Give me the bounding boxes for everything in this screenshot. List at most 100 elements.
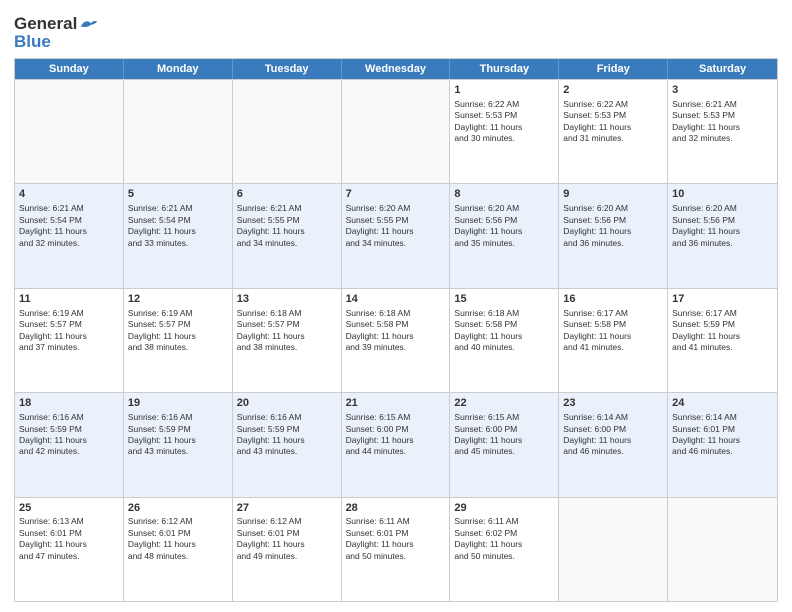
- day-number: 3: [672, 83, 773, 98]
- calendar-row-1: 1Sunrise: 6:22 AM Sunset: 5:53 PM Daylig…: [15, 79, 777, 183]
- day-number: 8: [454, 187, 554, 202]
- col-header-saturday: Saturday: [668, 59, 777, 79]
- cell-info: Sunrise: 6:21 AM Sunset: 5:54 PM Dayligh…: [128, 203, 228, 249]
- cell-info: Sunrise: 6:20 AM Sunset: 5:56 PM Dayligh…: [454, 203, 554, 249]
- cell-info: Sunrise: 6:15 AM Sunset: 6:00 PM Dayligh…: [454, 412, 554, 458]
- cal-cell-r0c3: [342, 80, 451, 183]
- cell-info: Sunrise: 6:16 AM Sunset: 5:59 PM Dayligh…: [128, 412, 228, 458]
- cell-info: Sunrise: 6:11 AM Sunset: 6:02 PM Dayligh…: [454, 516, 554, 562]
- day-number: 2: [563, 83, 663, 98]
- day-number: 10: [672, 187, 773, 202]
- cal-cell-r2c0: 11Sunrise: 6:19 AM Sunset: 5:57 PM Dayli…: [15, 289, 124, 392]
- cal-cell-r1c1: 5Sunrise: 6:21 AM Sunset: 5:54 PM Daylig…: [124, 184, 233, 287]
- cell-info: Sunrise: 6:14 AM Sunset: 6:00 PM Dayligh…: [563, 412, 663, 458]
- cell-info: Sunrise: 6:17 AM Sunset: 5:59 PM Dayligh…: [672, 308, 773, 354]
- calendar-row-5: 25Sunrise: 6:13 AM Sunset: 6:01 PM Dayli…: [15, 497, 777, 601]
- col-header-friday: Friday: [559, 59, 668, 79]
- cell-info: Sunrise: 6:19 AM Sunset: 5:57 PM Dayligh…: [19, 308, 119, 354]
- day-number: 14: [346, 292, 446, 307]
- day-number: 12: [128, 292, 228, 307]
- day-number: 25: [19, 501, 119, 516]
- cell-info: Sunrise: 6:21 AM Sunset: 5:53 PM Dayligh…: [672, 99, 773, 145]
- cal-cell-r1c2: 6Sunrise: 6:21 AM Sunset: 5:55 PM Daylig…: [233, 184, 342, 287]
- col-header-tuesday: Tuesday: [233, 59, 342, 79]
- day-number: 15: [454, 292, 554, 307]
- cell-info: Sunrise: 6:21 AM Sunset: 5:55 PM Dayligh…: [237, 203, 337, 249]
- col-header-monday: Monday: [124, 59, 233, 79]
- logo-blue: Blue: [14, 32, 51, 52]
- cal-cell-r3c5: 23Sunrise: 6:14 AM Sunset: 6:00 PM Dayli…: [559, 393, 668, 496]
- header: General Blue: [14, 10, 778, 52]
- logo: General Blue: [14, 14, 99, 52]
- day-number: 6: [237, 187, 337, 202]
- cell-info: Sunrise: 6:15 AM Sunset: 6:00 PM Dayligh…: [346, 412, 446, 458]
- cell-info: Sunrise: 6:20 AM Sunset: 5:56 PM Dayligh…: [563, 203, 663, 249]
- day-number: 13: [237, 292, 337, 307]
- cell-info: Sunrise: 6:22 AM Sunset: 5:53 PM Dayligh…: [454, 99, 554, 145]
- day-number: 26: [128, 501, 228, 516]
- cal-cell-r4c2: 27Sunrise: 6:12 AM Sunset: 6:01 PM Dayli…: [233, 498, 342, 601]
- cell-info: Sunrise: 6:13 AM Sunset: 6:01 PM Dayligh…: [19, 516, 119, 562]
- day-number: 11: [19, 292, 119, 307]
- day-number: 9: [563, 187, 663, 202]
- day-number: 5: [128, 187, 228, 202]
- day-number: 4: [19, 187, 119, 202]
- day-number: 1: [454, 83, 554, 98]
- cal-cell-r4c3: 28Sunrise: 6:11 AM Sunset: 6:01 PM Dayli…: [342, 498, 451, 601]
- cal-cell-r3c4: 22Sunrise: 6:15 AM Sunset: 6:00 PM Dayli…: [450, 393, 559, 496]
- cal-cell-r3c6: 24Sunrise: 6:14 AM Sunset: 6:01 PM Dayli…: [668, 393, 777, 496]
- calendar-body: 1Sunrise: 6:22 AM Sunset: 5:53 PM Daylig…: [15, 79, 777, 601]
- day-number: 18: [19, 396, 119, 411]
- day-number: 19: [128, 396, 228, 411]
- day-number: 22: [454, 396, 554, 411]
- logo-general: General: [14, 14, 77, 34]
- cal-cell-r2c5: 16Sunrise: 6:17 AM Sunset: 5:58 PM Dayli…: [559, 289, 668, 392]
- day-number: 17: [672, 292, 773, 307]
- day-number: 28: [346, 501, 446, 516]
- calendar: SundayMondayTuesdayWednesdayThursdayFrid…: [14, 58, 778, 602]
- day-number: 27: [237, 501, 337, 516]
- cal-cell-r4c4: 29Sunrise: 6:11 AM Sunset: 6:02 PM Dayli…: [450, 498, 559, 601]
- cal-cell-r4c5: [559, 498, 668, 601]
- cal-cell-r4c6: [668, 498, 777, 601]
- day-number: 24: [672, 396, 773, 411]
- cal-cell-r2c6: 17Sunrise: 6:17 AM Sunset: 5:59 PM Dayli…: [668, 289, 777, 392]
- cell-info: Sunrise: 6:18 AM Sunset: 5:57 PM Dayligh…: [237, 308, 337, 354]
- day-number: 23: [563, 396, 663, 411]
- cal-cell-r4c1: 26Sunrise: 6:12 AM Sunset: 6:01 PM Dayli…: [124, 498, 233, 601]
- day-number: 16: [563, 292, 663, 307]
- cell-info: Sunrise: 6:22 AM Sunset: 5:53 PM Dayligh…: [563, 99, 663, 145]
- logo-bird-icon: [79, 16, 99, 32]
- col-header-thursday: Thursday: [450, 59, 559, 79]
- cal-cell-r1c6: 10Sunrise: 6:20 AM Sunset: 5:56 PM Dayli…: [668, 184, 777, 287]
- cell-info: Sunrise: 6:17 AM Sunset: 5:58 PM Dayligh…: [563, 308, 663, 354]
- cal-cell-r1c0: 4Sunrise: 6:21 AM Sunset: 5:54 PM Daylig…: [15, 184, 124, 287]
- cell-info: Sunrise: 6:11 AM Sunset: 6:01 PM Dayligh…: [346, 516, 446, 562]
- calendar-row-3: 11Sunrise: 6:19 AM Sunset: 5:57 PM Dayli…: [15, 288, 777, 392]
- cell-info: Sunrise: 6:20 AM Sunset: 5:55 PM Dayligh…: [346, 203, 446, 249]
- cal-cell-r3c0: 18Sunrise: 6:16 AM Sunset: 5:59 PM Dayli…: [15, 393, 124, 496]
- cal-cell-r1c5: 9Sunrise: 6:20 AM Sunset: 5:56 PM Daylig…: [559, 184, 668, 287]
- cal-cell-r0c5: 2Sunrise: 6:22 AM Sunset: 5:53 PM Daylig…: [559, 80, 668, 183]
- day-number: 21: [346, 396, 446, 411]
- cal-cell-r0c1: [124, 80, 233, 183]
- cal-cell-r0c2: [233, 80, 342, 183]
- cal-cell-r0c6: 3Sunrise: 6:21 AM Sunset: 5:53 PM Daylig…: [668, 80, 777, 183]
- cell-info: Sunrise: 6:12 AM Sunset: 6:01 PM Dayligh…: [237, 516, 337, 562]
- col-header-wednesday: Wednesday: [342, 59, 451, 79]
- cal-cell-r1c3: 7Sunrise: 6:20 AM Sunset: 5:55 PM Daylig…: [342, 184, 451, 287]
- cell-info: Sunrise: 6:16 AM Sunset: 5:59 PM Dayligh…: [237, 412, 337, 458]
- cell-info: Sunrise: 6:20 AM Sunset: 5:56 PM Dayligh…: [672, 203, 773, 249]
- day-number: 7: [346, 187, 446, 202]
- cell-info: Sunrise: 6:18 AM Sunset: 5:58 PM Dayligh…: [454, 308, 554, 354]
- day-number: 20: [237, 396, 337, 411]
- day-number: 29: [454, 501, 554, 516]
- cal-cell-r2c3: 14Sunrise: 6:18 AM Sunset: 5:58 PM Dayli…: [342, 289, 451, 392]
- cell-info: Sunrise: 6:12 AM Sunset: 6:01 PM Dayligh…: [128, 516, 228, 562]
- calendar-row-4: 18 Sunrise: 6:16 AM Sunset: 5:59 PM Dayli…: [15, 392, 777, 496]
- cal-cell-r1c4: 8Sunrise: 6:20 AM Sunset: 5:56 PM Daylig…: [450, 184, 559, 287]
- cal-cell-r2c4: 15Sunrise: 6:18 AM Sunset: 5:58 PM Dayli…: [450, 289, 559, 392]
- cal-cell-r0c4: 1Sunrise: 6:22 AM Sunset: 5:53 PM Daylig…: [450, 80, 559, 183]
- cal-cell-r0c0: [15, 80, 124, 183]
- cal-cell-r2c2: 13Sunrise: 6:18 AM Sunset: 5:57 PM Dayli…: [233, 289, 342, 392]
